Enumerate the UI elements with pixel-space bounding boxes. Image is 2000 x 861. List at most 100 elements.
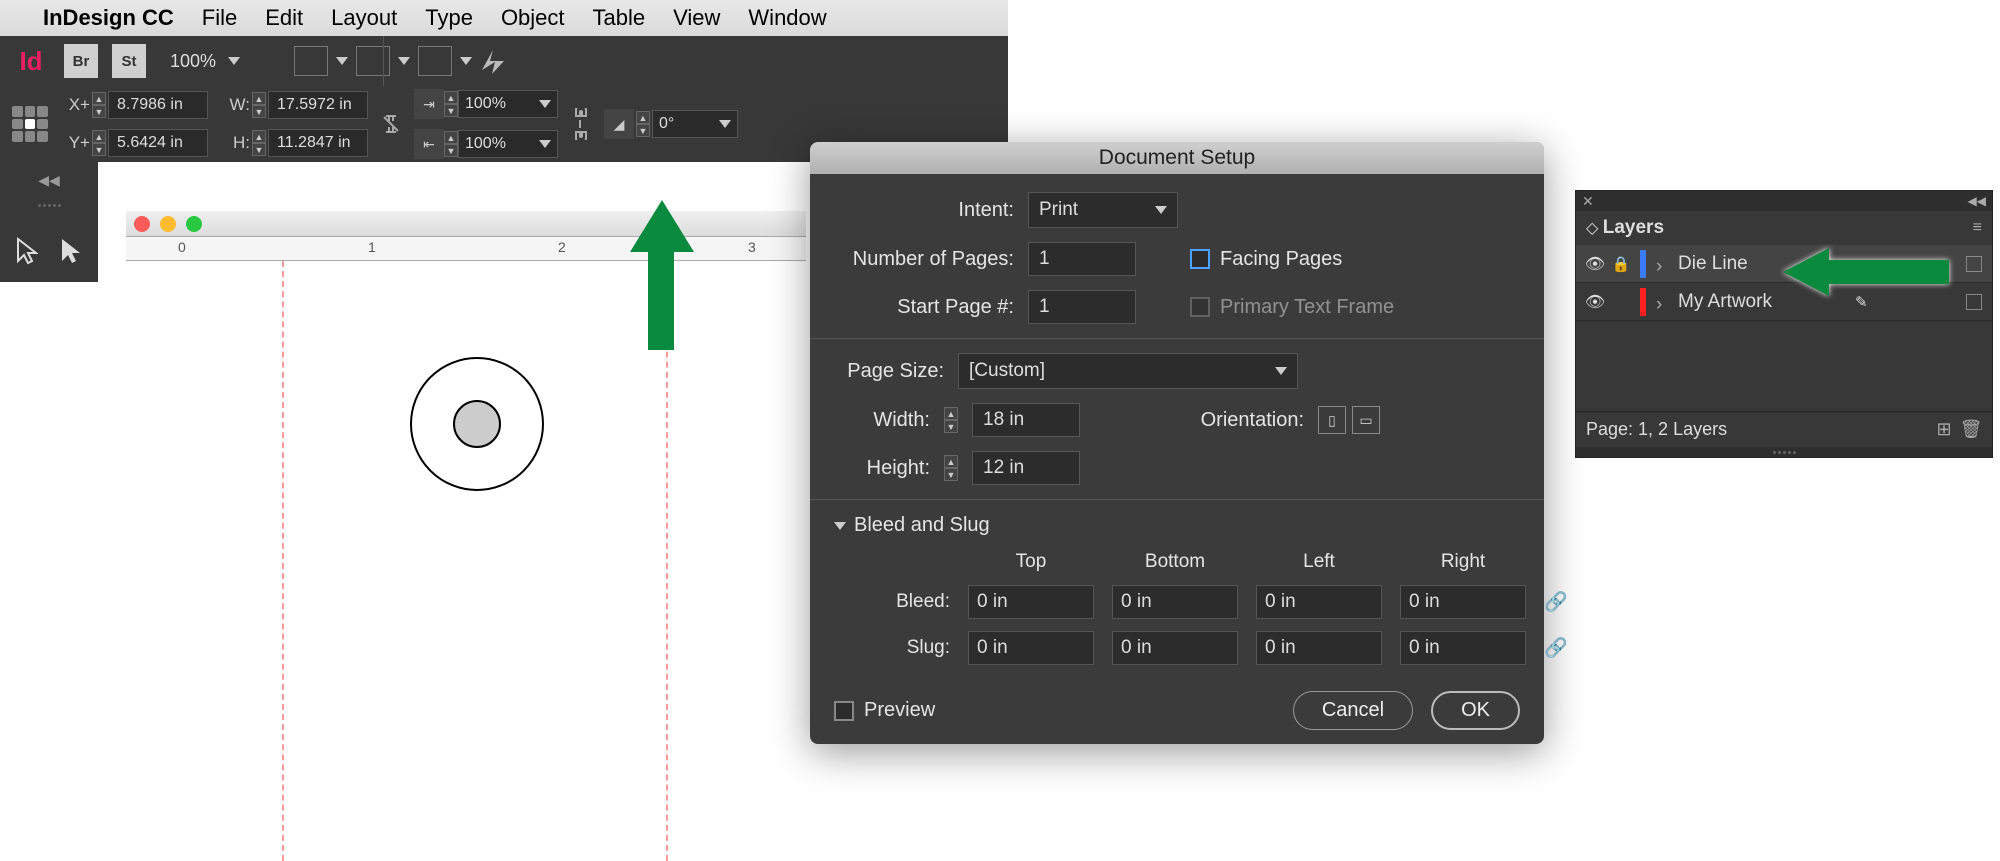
layers-footer-status: Page: 1, 2 Layers <box>1586 419 1727 440</box>
view-options-button[interactable] <box>294 46 328 76</box>
ok-button[interactable]: OK <box>1431 691 1520 730</box>
page-size-label: Page Size: <box>834 360 944 383</box>
constrain-scale-link-icon[interactable] <box>570 108 592 140</box>
direct-selection-tool[interactable] <box>48 229 92 273</box>
bridge-button[interactable]: Br <box>64 44 98 78</box>
slug-top-input[interactable] <box>968 631 1094 665</box>
screen-mode-button[interactable] <box>356 46 390 76</box>
start-page-input[interactable] <box>1028 290 1136 324</box>
gpu-performance-icon[interactable] <box>480 48 506 74</box>
horizontal-ruler[interactable]: 0 1 2 3 <box>126 237 806 261</box>
slug-link-icon[interactable]: 🔗 <box>1544 636 1584 660</box>
zoom-level-dropdown[interactable]: 100% <box>160 51 250 72</box>
intent-dropdown[interactable]: Print <box>1028 192 1178 228</box>
reference-point-selector[interactable] <box>12 106 48 142</box>
collapse-panel-icon[interactable]: ◀◀ <box>4 172 94 189</box>
page-size-dropdown[interactable]: [Custom] <box>958 353 1298 389</box>
slug-left-input[interactable] <box>1256 631 1382 665</box>
menu-layout[interactable]: Layout <box>331 5 397 31</box>
guide-line[interactable] <box>666 261 668 861</box>
page-height-input[interactable] <box>972 451 1080 485</box>
menu-window[interactable]: Window <box>748 5 826 31</box>
menu-file[interactable]: File <box>202 5 237 31</box>
disclosure-icon[interactable]: › <box>1656 294 1672 310</box>
minimize-window-button[interactable] <box>160 216 176 232</box>
height-input[interactable] <box>268 129 368 157</box>
lock-icon[interactable]: 🔒 <box>1608 255 1634 273</box>
y-position-input[interactable] <box>108 129 208 157</box>
menu-edit[interactable]: Edit <box>265 5 303 31</box>
indesign-logo-icon: Id <box>12 42 50 80</box>
page-height-stepper[interactable]: ▲▼ <box>944 455 958 481</box>
primary-text-frame-checkbox <box>1190 297 1210 317</box>
page-width-stepper[interactable]: ▲▼ <box>944 407 958 433</box>
layer-name[interactable]: Die Line <box>1678 253 1748 275</box>
chevron-down-icon <box>398 57 410 65</box>
scale-x-input[interactable]: 100% <box>458 90 558 118</box>
layers-tab[interactable]: Layers <box>1603 217 1664 238</box>
visibility-toggle-icon[interactable]: 👁 <box>1582 254 1608 274</box>
rotation-input[interactable]: 0° <box>652 110 738 138</box>
disclosure-icon[interactable]: › <box>1656 256 1672 272</box>
bleed-left-input[interactable] <box>1256 585 1382 619</box>
preview-checkbox[interactable] <box>834 701 854 721</box>
bleed-slug-section[interactable]: Bleed and Slug <box>834 514 1520 537</box>
slug-bottom-input[interactable] <box>1112 631 1238 665</box>
menu-object[interactable]: Object <box>501 5 565 31</box>
bleed-top-input[interactable] <box>968 585 1094 619</box>
orientation-portrait-button[interactable]: ▯ <box>1318 406 1346 434</box>
delete-layer-icon[interactable]: 🗑 <box>1960 419 1982 441</box>
slug-right-input[interactable] <box>1400 631 1526 665</box>
artwork-circle[interactable] <box>410 357 544 491</box>
close-window-button[interactable] <box>134 216 150 232</box>
constrain-wh-link-icon[interactable] <box>380 113 402 135</box>
scale-x-stepper[interactable]: ▲▼ <box>444 91 458 117</box>
stock-button[interactable]: St <box>112 44 146 78</box>
document-canvas[interactable] <box>126 261 806 861</box>
number-of-pages-label: Number of Pages: <box>834 248 1014 271</box>
page-width-input[interactable] <box>972 403 1080 437</box>
layer-selection-indicator[interactable] <box>1966 294 1982 310</box>
orientation-landscape-button[interactable]: ▭ <box>1352 406 1380 434</box>
panel-menu-icon[interactable]: ≡ <box>1973 219 1982 237</box>
h-stepper[interactable]: ▲▼ <box>252 130 266 156</box>
new-layer-icon[interactable]: ⊞ <box>1933 419 1955 441</box>
x-position-input[interactable] <box>108 91 208 119</box>
facing-pages-checkbox[interactable] <box>1190 249 1210 269</box>
app-menu[interactable]: InDesign CC <box>43 5 174 31</box>
layer-selection-indicator[interactable] <box>1966 256 1982 272</box>
zoom-window-button[interactable] <box>186 216 202 232</box>
col-bottom: Bottom <box>1112 551 1238 573</box>
w-stepper[interactable]: ▲▼ <box>252 92 266 118</box>
menu-type[interactable]: Type <box>425 5 473 31</box>
bleed-bottom-input[interactable] <box>1112 585 1238 619</box>
selection-tool[interactable] <box>4 229 48 273</box>
annotation-arrow-left-icon <box>1783 248 1829 296</box>
x-stepper[interactable]: ▲▼ <box>92 92 106 118</box>
width-input[interactable] <box>268 91 368 119</box>
scale-y-icon: ⇤ <box>414 129 444 159</box>
menu-table[interactable]: Table <box>593 5 646 31</box>
layer-color-swatch <box>1640 288 1646 316</box>
panel-close-icon[interactable]: ✕ <box>1582 193 1594 210</box>
rotation-stepper[interactable]: ▲▼ <box>636 111 650 137</box>
cancel-button[interactable]: Cancel <box>1293 691 1413 730</box>
bleed-link-icon[interactable]: 🔗 <box>1544 590 1584 614</box>
h-label: H: <box>220 133 250 153</box>
bleed-slug-title: Bleed and Slug <box>854 514 990 537</box>
guide-line[interactable] <box>282 261 284 861</box>
tools-panel: ◀◀ <box>0 162 98 282</box>
y-stepper[interactable]: ▲▼ <box>92 130 106 156</box>
scale-y-stepper[interactable]: ▲▼ <box>444 131 458 157</box>
layer-name[interactable]: My Artwork <box>1678 291 1772 313</box>
panel-collapse-icon[interactable]: ◀◀ <box>1968 194 1986 208</box>
number-of-pages-input[interactable] <box>1028 242 1136 276</box>
scale-y-input[interactable]: 100% <box>458 130 558 158</box>
panel-resize-grip[interactable] <box>1576 447 1992 457</box>
bleed-right-input[interactable] <box>1400 585 1526 619</box>
w-label: W: <box>220 95 250 115</box>
menu-view[interactable]: View <box>673 5 720 31</box>
visibility-toggle-icon[interactable]: 👁 <box>1582 292 1608 312</box>
primary-text-frame-label: Primary Text Frame <box>1220 296 1394 319</box>
arrange-documents-button[interactable] <box>418 46 452 76</box>
